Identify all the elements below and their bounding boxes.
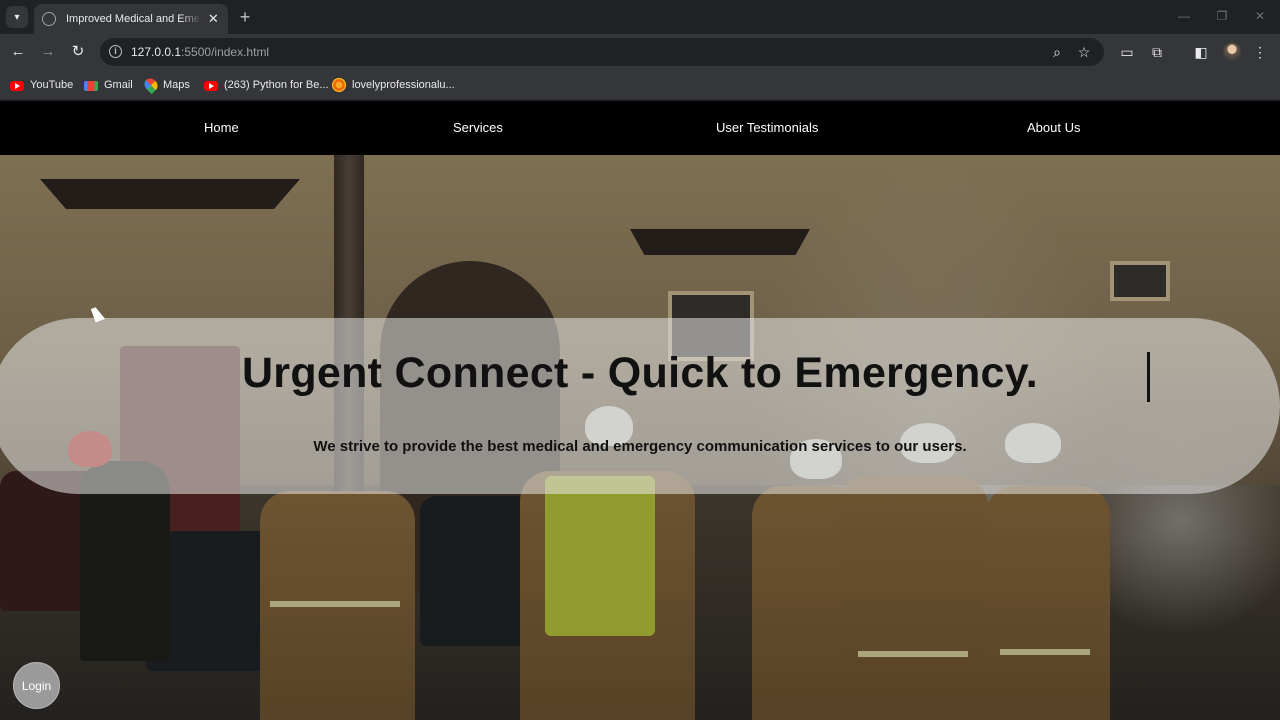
forward-arrow-icon[interactable]: → bbox=[38, 42, 58, 62]
nav-testimonials-link[interactable]: User Testimonials bbox=[716, 120, 818, 135]
youtube-icon bbox=[204, 81, 218, 91]
menu-kebab-icon[interactable]: ⋮ bbox=[1250, 42, 1270, 62]
bookmarks-bar: YouTube Gmail Maps (263) Python for Be..… bbox=[0, 70, 1280, 100]
bookmark-lpu[interactable]: lovelyprofessionalu... bbox=[332, 77, 455, 93]
bookmark-star-icon[interactable]: ☆ bbox=[1075, 43, 1093, 61]
nav-home-link[interactable]: Home bbox=[204, 120, 239, 135]
address-bar[interactable]: i 127.0.0.1:5500/index.html ⌕ ☆ bbox=[100, 38, 1104, 66]
zoom-icon[interactable]: ⌕ bbox=[1048, 43, 1066, 61]
login-button[interactable]: Login bbox=[13, 662, 60, 709]
tab-search-chevron-icon[interactable]: ▾ bbox=[6, 6, 28, 28]
bookmark-youtube[interactable]: YouTube bbox=[10, 77, 73, 93]
lpu-icon bbox=[332, 78, 346, 92]
minimize-icon[interactable]: — bbox=[1174, 9, 1194, 23]
tab-title: Improved Medical and Emergency bbox=[66, 13, 201, 25]
page-viewport: Home Services User Testimonials About Us… bbox=[0, 101, 1280, 720]
nav-services-link[interactable]: Services bbox=[453, 120, 503, 135]
maximize-icon[interactable]: ❐ bbox=[1212, 9, 1232, 23]
side-panel-icon[interactable]: ◧ bbox=[1191, 42, 1211, 62]
hero-title: Urgent Connect - Quick to Emergency. bbox=[241, 349, 1039, 397]
bookmark-gmail[interactable]: Gmail bbox=[84, 77, 133, 93]
bookmark-maps[interactable]: Maps bbox=[141, 75, 190, 95]
main-navbar: Home Services User Testimonials About Us bbox=[0, 101, 1280, 155]
window-close-icon[interactable]: ✕ bbox=[1250, 9, 1270, 23]
typing-caret bbox=[1147, 352, 1150, 402]
youtube-icon bbox=[10, 81, 24, 91]
maps-icon bbox=[141, 75, 161, 95]
new-tab-button[interactable]: + bbox=[236, 7, 254, 27]
hero-banner bbox=[0, 318, 1280, 494]
hero-subtitle: We strive to provide the best medical an… bbox=[313, 438, 967, 455]
active-tab[interactable]: Improved Medical and Emergency ✕ bbox=[34, 4, 228, 34]
bookmark-python-video[interactable]: (263) Python for Be... bbox=[204, 77, 329, 93]
gmail-icon bbox=[84, 81, 98, 91]
profile-avatar[interactable] bbox=[1223, 43, 1241, 61]
url-text[interactable]: 127.0.0.1:5500/index.html bbox=[131, 45, 269, 59]
site-info-icon[interactable]: i bbox=[109, 45, 122, 58]
extensions-icon[interactable]: ⧉ bbox=[1147, 42, 1167, 62]
globe-icon bbox=[42, 12, 56, 26]
back-arrow-icon[interactable]: ← bbox=[8, 42, 28, 62]
cast-icon[interactable]: ▭ bbox=[1117, 42, 1137, 62]
browser-toolbar: ← → ↻ i 127.0.0.1:5500/index.html ⌕ ☆ ▭ … bbox=[0, 34, 1280, 70]
reload-icon[interactable]: ↻ bbox=[68, 42, 88, 62]
browser-tabstrip: ▾ Improved Medical and Emergency ✕ + — ❐… bbox=[0, 0, 1280, 34]
nav-about-link[interactable]: About Us bbox=[1027, 120, 1080, 135]
tab-close-icon[interactable]: ✕ bbox=[207, 11, 220, 27]
